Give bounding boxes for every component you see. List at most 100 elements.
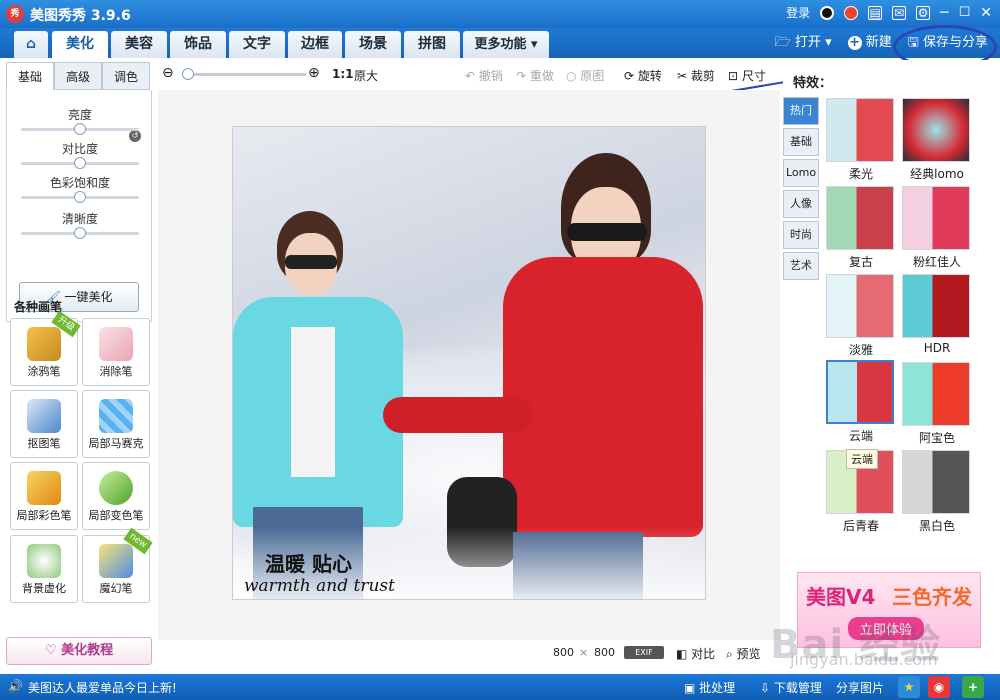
effect-thumbnail: [902, 450, 970, 514]
brush-label: 涂鸦笔: [27, 365, 61, 378]
brush-label: 背景虚化: [22, 582, 66, 595]
download-label: 下载管理: [773, 681, 822, 695]
promo-text-2: 三色齐发: [892, 585, 972, 609]
download-manager-button[interactable]: ⇩ 下载管理: [760, 679, 822, 696]
effect-label: 复古: [848, 255, 873, 269]
undo-label: 撤销: [478, 69, 503, 83]
resize-button[interactable]: ⊡ 尺寸: [728, 67, 766, 84]
slider-label-brightness: 亮度: [67, 108, 92, 122]
subtab-basic[interactable]: 基础: [6, 62, 54, 90]
batch-button[interactable]: ▣ 批处理: [684, 679, 735, 696]
recolor-brush-button[interactable]: 局部变色笔: [82, 462, 150, 530]
preview-label: 预览: [736, 647, 761, 661]
original-size-button[interactable]: 原大: [354, 67, 378, 84]
magic-brush-button[interactable]: 魔幻笔 new: [82, 527, 153, 603]
blur-icon: [27, 544, 61, 578]
weibo-share-icon[interactable]: ◉: [928, 676, 950, 698]
crop-label: 裁剪: [690, 69, 715, 83]
effects-category-lomo[interactable]: Lomo: [783, 159, 819, 187]
effects-category-portrait[interactable]: 人像: [783, 190, 819, 218]
slider-saturation[interactable]: [21, 191, 139, 203]
effect-elegant[interactable]: 淡雅: [826, 274, 896, 357]
zoom-knob[interactable]: [182, 68, 194, 80]
effect-hdr[interactable]: HDR: [902, 274, 972, 356]
effect-thumbnail: [826, 98, 894, 162]
effect-thumbnail: [902, 274, 970, 338]
share-image-button[interactable]: 分享图片: [836, 679, 884, 696]
effect-retro[interactable]: 复古: [826, 186, 896, 269]
preview-button[interactable]: ⌕ 预览: [726, 645, 761, 662]
white-tshirt: [291, 327, 335, 477]
favorite-star-icon[interactable]: ★: [898, 676, 920, 698]
effect-cloud[interactable]: 云端: [826, 360, 896, 443]
effect-label: 后青春: [842, 519, 879, 533]
effect-label: 淡雅: [848, 343, 873, 357]
speaker-icon[interactable]: 🔊: [8, 679, 23, 693]
effect-label: 经典lomo: [910, 167, 964, 181]
effect-label: HDR: [923, 341, 951, 355]
effect-abao[interactable]: 阿宝色: [902, 362, 972, 445]
effect-label: 黑白色: [918, 519, 955, 533]
actual-size-button[interactable]: 1:1: [332, 67, 354, 81]
slider-brightness[interactable]: [21, 123, 139, 135]
effect-thumbnail: [902, 362, 970, 426]
slider-knob[interactable]: [74, 227, 86, 239]
compare-label: 对比: [691, 647, 716, 661]
rotate-button[interactable]: ⟳ 旋转: [624, 67, 662, 84]
sunglasses: [567, 223, 647, 241]
image-info-bar: 800 × 800 EXIF ◧ 对比 ⌕ 预览: [160, 642, 780, 664]
zoom-in-icon[interactable]: ⊕: [308, 65, 320, 81]
edit-toolbar: ⊖ ⊕ 1:1 原大 ↶ 撤销 ↷ 重做 ○ 原图 ⟳ 旋转 ✂ 裁剪 ⊡ 尺寸: [160, 63, 780, 87]
subtab-advanced[interactable]: 高级: [54, 62, 102, 90]
slider-knob[interactable]: [74, 157, 86, 169]
effects-category-art[interactable]: 艺术: [783, 252, 819, 280]
news-ticker[interactable]: 美图达人最爱单品今日上新!: [28, 679, 177, 696]
zoom-out-icon[interactable]: ⊖: [162, 65, 174, 81]
effect-soft-light[interactable]: 柔光: [826, 98, 896, 181]
edited-photo[interactable]: [232, 126, 706, 600]
zoom-slider[interactable]: [182, 68, 306, 80]
tutorial-button[interactable]: ♡ 美化教程: [6, 637, 152, 665]
mosaic-icon: [99, 399, 133, 433]
eraser-brush-button[interactable]: 消除笔: [82, 318, 150, 386]
effects-category-hot[interactable]: 热门: [783, 97, 819, 125]
magic-wand-icon: [99, 544, 133, 578]
cutout-brush-button[interactable]: 抠图笔: [10, 390, 78, 458]
slider-sharpness[interactable]: [21, 227, 139, 239]
status-bar: 🔊 美图达人最爱单品今日上新! ▣ 批处理 ⇩ 下载管理 分享图片 ★ ◉ +: [0, 674, 1000, 700]
background-blur-button[interactable]: 背景虚化: [10, 535, 78, 603]
redo-button[interactable]: ↷ 重做: [516, 67, 554, 84]
add-icon[interactable]: +: [962, 676, 984, 698]
slider-knob[interactable]: [74, 191, 86, 203]
brushes-title: 各种画笔: [14, 300, 63, 314]
times-sign: ×: [579, 646, 589, 659]
original-button[interactable]: ○ 原图: [566, 67, 604, 84]
undo-button[interactable]: ↶ 撤销: [465, 67, 503, 84]
exif-button[interactable]: EXIF: [624, 646, 664, 659]
slider-knob[interactable]: [74, 123, 86, 135]
subtab-tone[interactable]: 调色: [102, 62, 150, 90]
rotate-label: 旋转: [637, 69, 662, 83]
crop-button[interactable]: ✂ 裁剪: [677, 67, 715, 84]
slider-contrast[interactable]: [21, 157, 139, 169]
compare-button[interactable]: ◧ 对比: [676, 645, 715, 662]
paint-bucket-icon: [99, 471, 133, 505]
effect-thumbnail: [826, 186, 894, 250]
brush-label: 局部变色笔: [88, 509, 144, 522]
image-height: 800: [594, 646, 615, 659]
effect-classic-lomo[interactable]: 经典lomo: [902, 98, 972, 181]
effect-tooltip: 云端: [846, 449, 878, 469]
doodle-brush-icon: [27, 327, 61, 361]
mosaic-brush-button[interactable]: 局部马赛克: [82, 390, 150, 458]
effect-thumbnail: [826, 274, 894, 338]
effects-category-fashion[interactable]: 时尚: [783, 221, 819, 249]
promo-text-1: 美图V4: [806, 585, 876, 609]
effect-label: 柔光: [848, 167, 873, 181]
color-brush-button[interactable]: 局部彩色笔: [10, 462, 78, 530]
doodle-brush-button[interactable]: 涂鸦笔 升级: [10, 310, 81, 386]
red-jacket: [503, 257, 703, 537]
effect-label: 云端: [848, 429, 873, 443]
effect-black-white[interactable]: 黑白色: [902, 450, 972, 533]
effects-category-basic[interactable]: 基础: [783, 128, 819, 156]
effect-pink-lady[interactable]: 粉红佳人: [902, 186, 972, 269]
